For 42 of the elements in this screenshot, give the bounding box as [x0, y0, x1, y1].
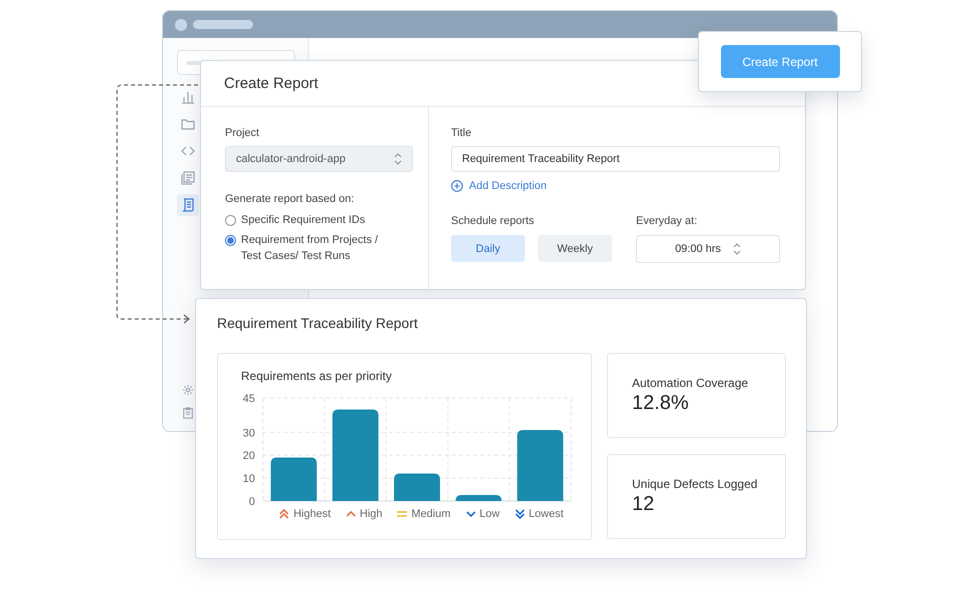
chevron-updown-icon [732, 243, 741, 255]
chart-bar [270, 458, 317, 501]
stat-label: Unique Defects Logged [632, 477, 758, 491]
add-description-link[interactable]: Add Description [451, 180, 547, 192]
chart-bar [517, 430, 564, 501]
field-label: Project [225, 127, 260, 139]
project-select[interactable]: calculator-android-app [225, 146, 413, 172]
stat-value: 12 [632, 493, 656, 516]
legend-label: Low [480, 508, 500, 520]
chart-title: Requirements as per priority [241, 369, 393, 383]
radio-label: Requirement from Projects / Test Cases/ Test Runs [241, 233, 379, 264]
window-dot-icon [175, 18, 187, 30]
field-label: Everyday at: [636, 215, 698, 227]
radio-button[interactable] [225, 215, 236, 226]
field-label: Schedule reports [451, 215, 536, 227]
chevron-updown-icon [394, 153, 402, 165]
legend-label: Medium [411, 508, 450, 520]
report-nav-icon[interactable] [177, 194, 199, 216]
chart-bar [456, 495, 502, 501]
legend-label: Lowest [528, 508, 564, 520]
card-title: Create Report [224, 75, 318, 92]
axis-tick-label: 20 [242, 450, 255, 462]
schedule-option[interactable]: Weekly [538, 235, 612, 262]
axis-tick-label: 45 [242, 393, 255, 405]
axis-tick-label: 30 [242, 427, 255, 440]
stat-value: 12.8% [632, 392, 690, 415]
legend-label: High [360, 508, 382, 520]
radio-button[interactable] [225, 235, 236, 246]
field-label: Title [451, 127, 472, 139]
radio-label: Specific Requirement IDs [241, 213, 366, 228]
axis-tick-label: 0 [248, 496, 255, 507]
schedule-option[interactable]: Daily [451, 235, 525, 262]
add-circle-icon [451, 180, 463, 192]
chart-bar [394, 474, 440, 501]
report-title: Requirement Traceability Report [217, 315, 419, 331]
time-select[interactable]: 09:00 hrs [636, 235, 780, 263]
axis-tick-label: 10 [242, 473, 255, 486]
title-input[interactable]: Requirement Traceability Report [451, 146, 780, 172]
stat-label: Automation Coverage [632, 376, 750, 390]
field-label: Generate report based on: [225, 193, 356, 205]
title-placeholder [193, 20, 253, 29]
legend-label: Highest [293, 508, 331, 520]
